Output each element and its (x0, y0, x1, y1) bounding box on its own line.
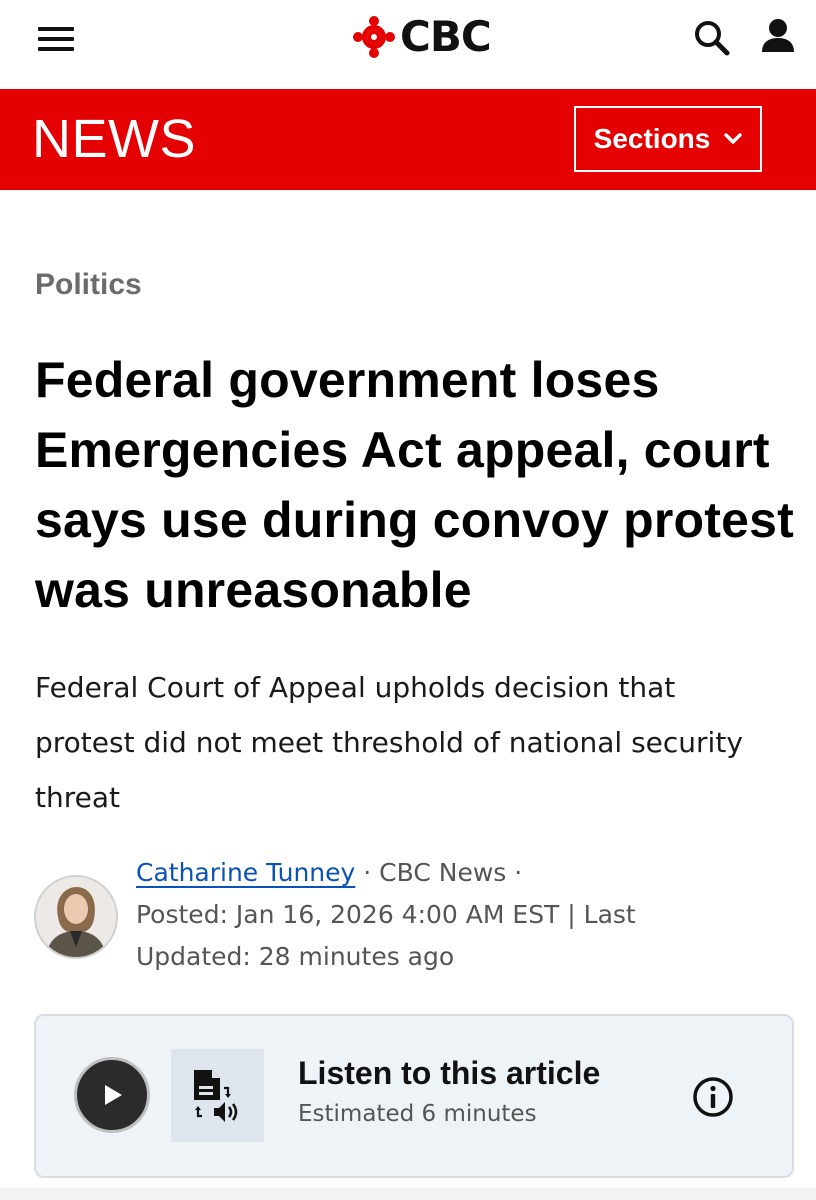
post-timestamps: Posted: Jan 16, 2026 4:00 AM EST | Last … (136, 900, 636, 971)
user-account-icon (762, 19, 794, 52)
page-divider (0, 1188, 816, 1200)
text-to-speech-badge (171, 1049, 264, 1142)
author-photo (36, 877, 116, 957)
cbc-brand-text: CBC (400, 12, 492, 61)
article-headline: Federal government loses Emergencies Act… (35, 352, 794, 618)
menu-bar-3 (38, 47, 74, 51)
news-section-title[interactable]: NEWS (32, 112, 196, 166)
author-link[interactable]: Catharine Tunney (136, 858, 355, 887)
text-to-speech-icon (193, 1069, 237, 1122)
top-header: CBC (0, 0, 816, 88)
byline-separator: · (355, 858, 380, 887)
cbc-logo-link[interactable]: CBC (352, 12, 492, 61)
hamburger-menu-button[interactable] (38, 26, 76, 52)
play-icon (105, 1085, 122, 1105)
account-button[interactable] (758, 16, 798, 56)
article-deck: Federal Court of Appeal upholds decision… (35, 671, 743, 814)
search-icon (695, 21, 730, 56)
category-link[interactable]: Politics (35, 268, 142, 302)
listen-info-button[interactable] (691, 1075, 735, 1119)
sections-dropdown-button[interactable]: Sections (574, 106, 762, 172)
search-button[interactable] (692, 18, 732, 58)
sections-label: Sections (593, 123, 711, 154)
listen-estimate: Estimated 6 minutes (298, 1101, 537, 1127)
play-audio-button[interactable] (74, 1057, 150, 1133)
author-avatar[interactable] (34, 875, 118, 959)
byline-separator-2: · (506, 858, 523, 887)
menu-bar-2 (38, 37, 74, 41)
byline: Catharine Tunney · CBC News · Posted: Ja… (136, 852, 756, 978)
chevron-down-icon (724, 133, 743, 144)
info-icon (693, 1077, 733, 1117)
outlet-name: CBC News (379, 858, 507, 887)
menu-bar-1 (38, 27, 74, 31)
cbc-gem-logo-icon (353, 16, 395, 58)
listen-title[interactable]: Listen to this article (298, 1055, 600, 1092)
